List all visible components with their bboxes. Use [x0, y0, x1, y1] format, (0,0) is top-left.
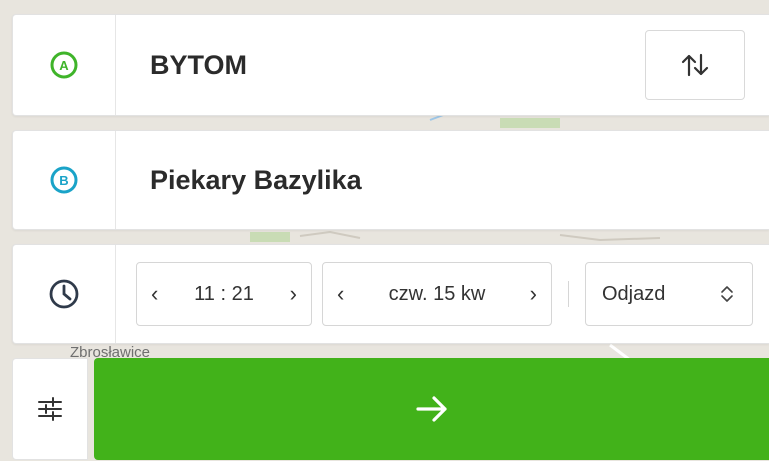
destination-marker-cell: B: [13, 131, 116, 229]
origin-row: A BYTOM: [12, 14, 769, 116]
sliders-icon: [38, 397, 62, 421]
arrow-right-icon: [415, 396, 447, 422]
swap-arrows-icon: [681, 53, 709, 77]
swap-button[interactable]: [645, 30, 745, 100]
origin-marker-cell: A: [13, 15, 116, 115]
time-value[interactable]: 11 : 21: [194, 283, 254, 306]
marker-a-icon: A: [50, 51, 78, 79]
date-prev-button[interactable]: ‹: [337, 281, 344, 307]
schedule-controls: ‹ 11 : 21 › ‹ czw. 15 kw › Odjazd: [116, 262, 753, 326]
destination-row: B Piekary Bazylika: [12, 130, 769, 230]
search-connection-button[interactable]: [94, 358, 769, 460]
marker-a-letter: A: [59, 58, 69, 73]
time-stepper: ‹ 11 : 21 ›: [136, 262, 312, 326]
destination-input[interactable]: Piekary Bazylika: [116, 165, 769, 196]
clock-icon: [49, 279, 79, 309]
origin-input[interactable]: BYTOM: [116, 50, 645, 81]
filters-button[interactable]: [12, 358, 88, 460]
date-stepper: ‹ czw. 15 kw ›: [322, 262, 552, 326]
divider: [568, 281, 569, 307]
date-value[interactable]: czw. 15 kw: [389, 283, 486, 306]
schedule-row: ‹ 11 : 21 › ‹ czw. 15 kw › Odjazd: [12, 244, 769, 344]
select-chevrons-icon: [721, 286, 733, 302]
time-prev-button[interactable]: ‹: [151, 281, 158, 307]
mode-value: Odjazd: [602, 282, 666, 305]
clock-cell: [13, 245, 116, 343]
marker-b-letter: B: [59, 173, 68, 188]
time-next-button[interactable]: ›: [290, 281, 297, 307]
date-next-button[interactable]: ›: [530, 281, 537, 307]
marker-b-icon: B: [50, 166, 78, 194]
departure-mode-select[interactable]: Odjazd: [585, 262, 753, 326]
